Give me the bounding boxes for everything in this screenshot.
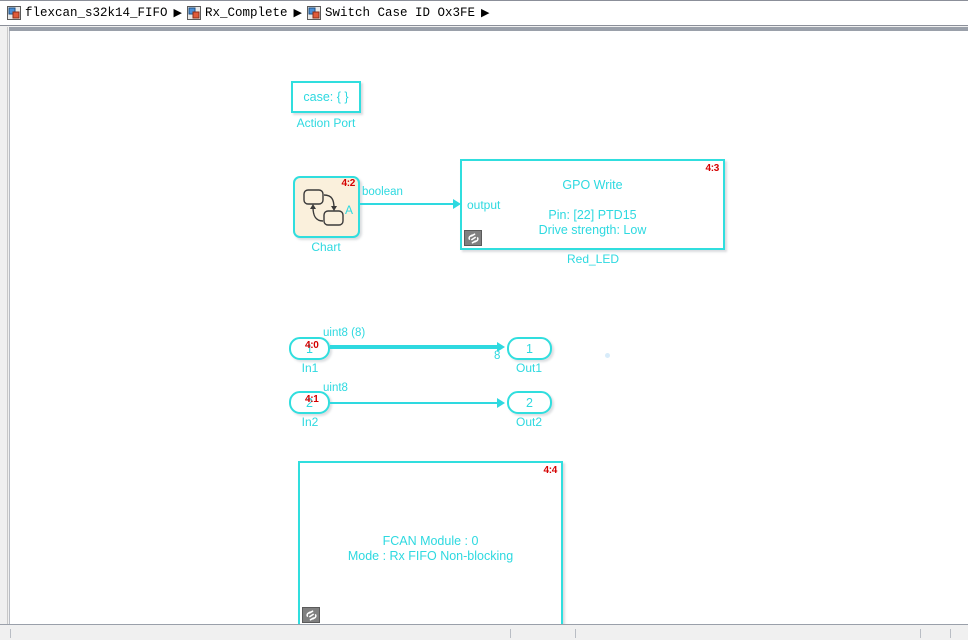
block-label-action-port: Action Port [296, 116, 356, 130]
outport-out1-value: 1 [526, 341, 533, 356]
breadcrumb-separator-1: ▶ [173, 6, 182, 19]
simulink-editor-window: flexcan_s32k14_FIFO ▶ Rx_Complete ▶ Swit… [0, 0, 968, 640]
stateflow-chart-icon [302, 188, 348, 237]
fcan-receive-module-text: FCAN Module : 0 [382, 534, 479, 548]
breadcrumb-separator-3: ▶ [481, 6, 490, 19]
block-label-chart: Chart [311, 240, 341, 254]
signal-label-boolean: boolean [362, 186, 403, 198]
gpo-write-input-port-label: output [467, 198, 501, 212]
status-bar-tick [575, 629, 576, 638]
block-label-red-led: Red_LED [566, 252, 620, 266]
block-label-out2: Out2 [515, 415, 542, 429]
inport-in1-badge: 4:0 [305, 340, 319, 351]
status-bar-tick [920, 629, 921, 638]
subsystem-icon [306, 6, 321, 20]
block-gpo-write[interactable]: 4:3 GPO Write Pin: [22] PTD15 Drive stre… [460, 159, 725, 250]
block-outport-out1[interactable]: 1 [507, 337, 552, 360]
breadcrumb-item-1-label: flexcan_s32k14_FIFO [25, 6, 168, 20]
chart-output-port-label: A [344, 203, 353, 217]
breadcrumb-separator-2: ▶ [293, 6, 302, 19]
signal-line-uint8[interactable] [330, 402, 500, 404]
block-label-in1: In1 [301, 361, 319, 375]
breadcrumb-item-1[interactable]: flexcan_s32k14_FIFO [7, 2, 168, 24]
signal-line-boolean[interactable] [360, 203, 456, 205]
block-action-port[interactable]: case: { } [291, 81, 361, 113]
fcan-receive-badge: 4:4 [543, 465, 557, 476]
status-bar-tick [510, 629, 511, 638]
block-label-in2: In2 [301, 415, 319, 429]
status-bar [0, 624, 968, 640]
subsystem-icon [7, 6, 21, 20]
gpo-write-pin-text: Pin: [22] PTD15 [548, 208, 637, 222]
signal-width-label-uint8-8: 8 [494, 350, 501, 362]
library-link-icon[interactable] [464, 230, 482, 246]
inport-in2-badge: 4:1 [305, 394, 319, 405]
block-chart[interactable]: 4:2 A [293, 176, 360, 238]
canvas-left-gutter [0, 27, 8, 624]
signal-label-uint8: uint8 [323, 382, 348, 394]
breadcrumb-item-2-label: Rx_Complete [205, 6, 288, 20]
fcan-receive-mode-text: Mode : Rx FIFO Non-blocking [347, 549, 514, 563]
breadcrumb-item-3-label: Switch Case ID Ox3FE [324, 6, 476, 20]
breadcrumb: flexcan_s32k14_FIFO ▶ Rx_Complete ▶ Swit… [0, 0, 968, 26]
canvas-artifact-dot [605, 353, 610, 358]
gpo-write-drive-strength-text: Drive strength: Low [538, 223, 647, 237]
status-bar-tick [10, 629, 11, 638]
gpo-write-title: GPO Write [562, 178, 623, 192]
outport-out2-value: 2 [526, 395, 533, 410]
breadcrumb-item-2[interactable]: Rx_Complete [187, 2, 288, 24]
block-outport-out2[interactable]: 2 [507, 391, 552, 414]
gpo-write-badge: 4:3 [705, 163, 719, 174]
block-label-out1: Out1 [515, 361, 542, 375]
diagram-canvas[interactable]: case: { } Action Port 4:2 A Chart boolea… [9, 31, 968, 624]
action-port-text: case: { } [303, 90, 349, 104]
breadcrumb-item-3[interactable]: Switch Case ID Ox3FE [306, 2, 476, 24]
signal-arrowhead-uint8 [497, 398, 505, 408]
subsystem-icon [187, 6, 201, 20]
status-bar-tick [950, 629, 951, 638]
block-fcan-receive[interactable]: 4:4 FCAN Module : 0 Mode : Rx FIFO Non-b… [298, 461, 563, 624]
signal-line-uint8-8[interactable] [330, 345, 500, 349]
library-link-icon[interactable] [302, 607, 320, 623]
signal-label-uint8-8: uint8 (8) [323, 327, 366, 339]
